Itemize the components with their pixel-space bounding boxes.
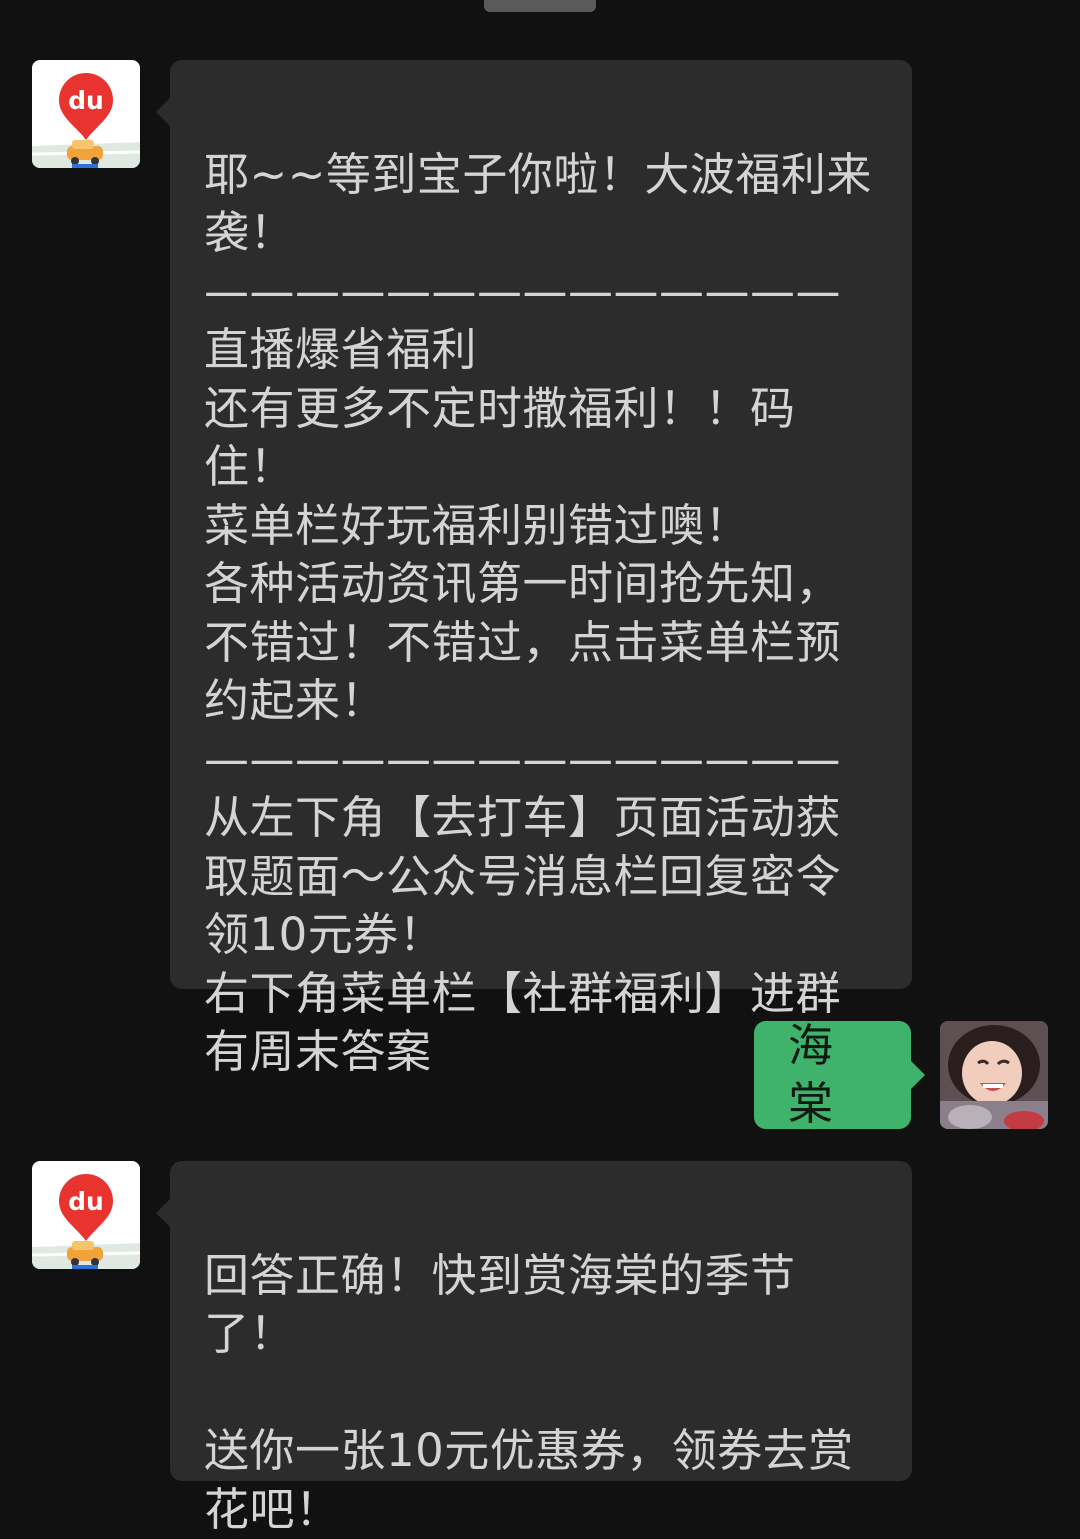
du-logo-text: du (68, 86, 104, 115)
outgoing-message-bubble[interactable]: 海棠 (754, 1019, 925, 1130)
message-text: 回答正确！快到赏海棠的季节了！ 送你一张10元优惠券，领券去赏花吧！ (204, 1248, 854, 1536)
user-photo-avatar (940, 1021, 1048, 1129)
du-logo-text: du (68, 1187, 104, 1216)
incoming-message-bubble[interactable]: 耶~~等到宝子你啦！大波福利来袭！ —————————————— 直播爆省福利 … (156, 60, 912, 1078)
baidu-maps-du-icon: du (32, 60, 140, 168)
user-avatar[interactable] (940, 1021, 1048, 1129)
bot-avatar[interactable]: du (32, 60, 140, 168)
message-text: 耶~~等到宝子你啦！大波福利来袭！ —————————————— 直播爆省福利 … (204, 147, 872, 1079)
top-handle-bar (484, 0, 596, 12)
message-text: 海棠 (788, 1018, 834, 1131)
incoming-message-bubble[interactable]: 回答正确！快到赏海棠的季节了！ 送你一张10元优惠券，领券去赏花吧！ (156, 1161, 912, 1536)
bot-avatar[interactable]: du (32, 1161, 140, 1269)
baidu-maps-du-icon: du (32, 1161, 140, 1269)
